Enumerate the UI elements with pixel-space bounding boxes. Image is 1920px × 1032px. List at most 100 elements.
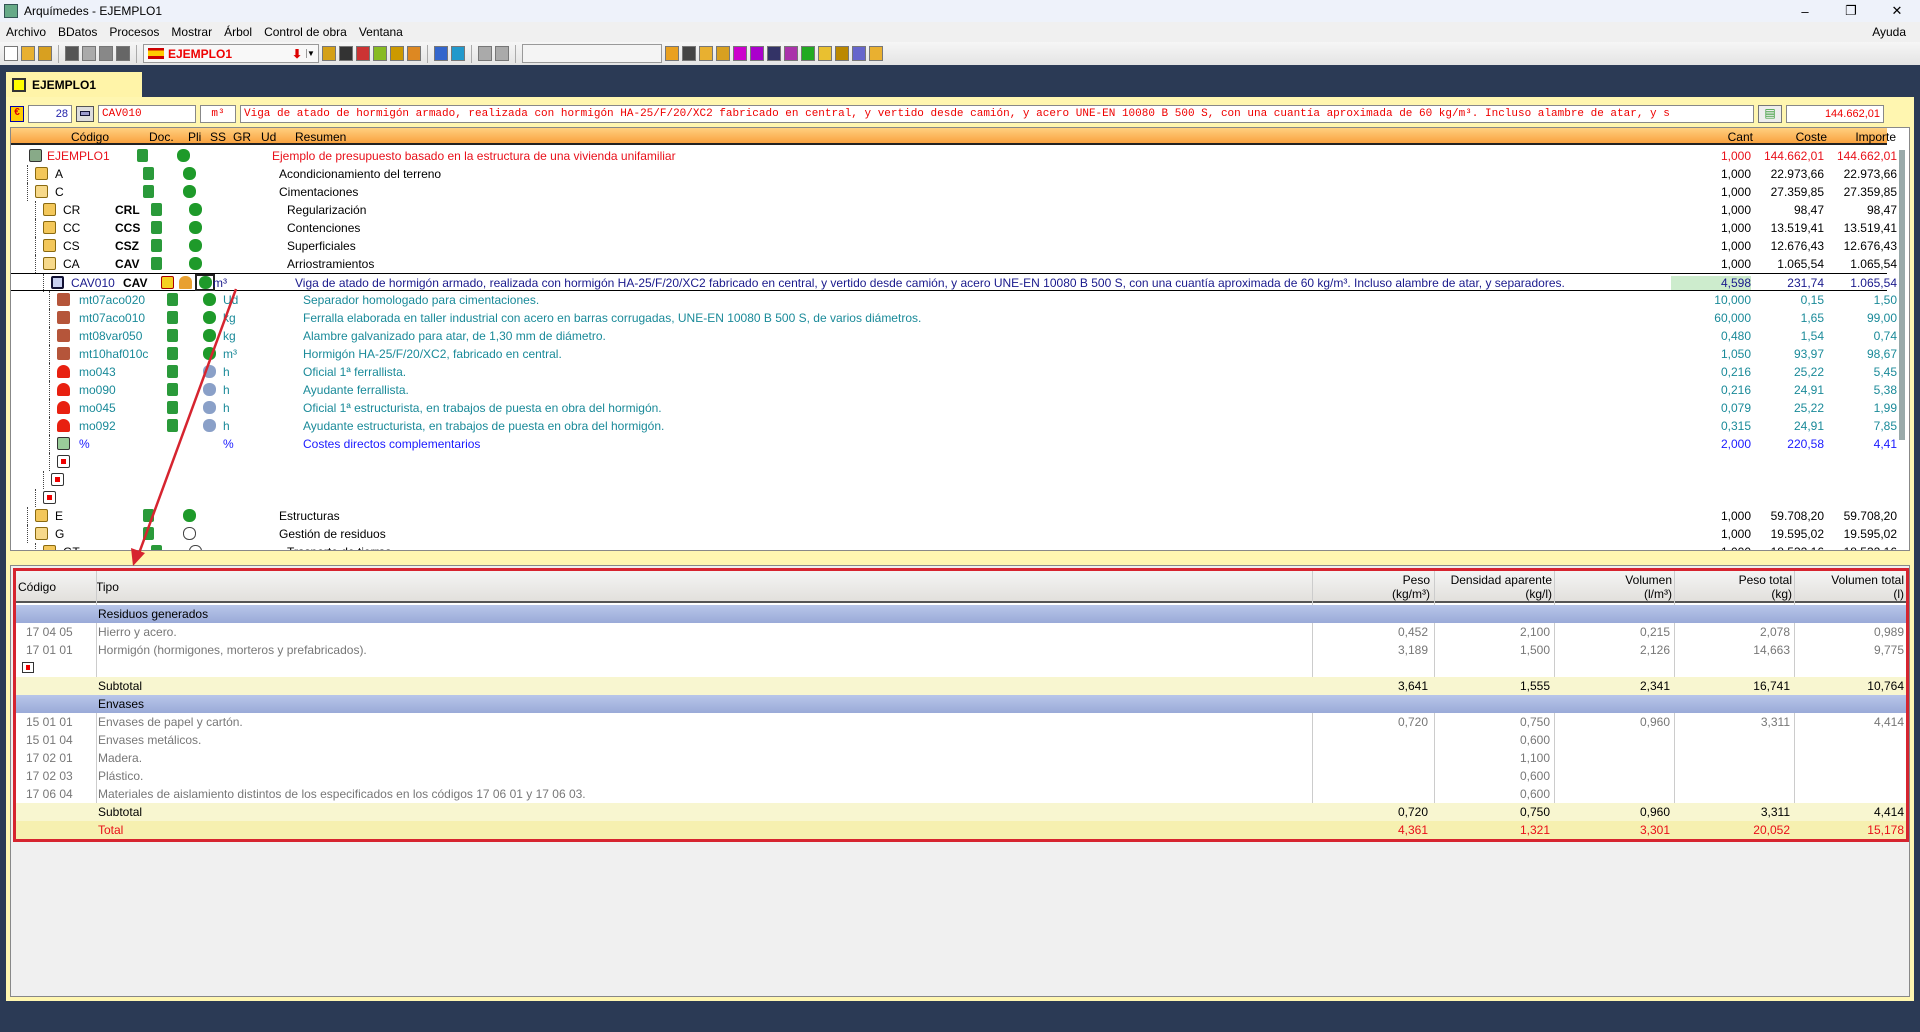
row-cant[interactable]: 1,000 bbox=[1671, 239, 1751, 253]
waste-item-row[interactable]: 17 02 01 Madera. 1,100 bbox=[16, 749, 1906, 767]
tree-row[interactable]: mt07aco010 kg Ferralla elaborada en taller… bbox=[11, 309, 1897, 327]
add-waste-icon[interactable] bbox=[22, 662, 34, 673]
tree-row[interactable]: GTTrasporte de tierras1,00018.532,1618.5… bbox=[11, 543, 1897, 550]
material-icon[interactable] bbox=[57, 293, 70, 306]
recycle-icon[interactable] bbox=[203, 293, 216, 306]
copy-icon[interactable] bbox=[478, 46, 492, 61]
row-cant[interactable]: 10,000 bbox=[1671, 293, 1751, 307]
waste-item-row[interactable]: 17 01 01 Hormigón (hormigones, morteros y… bbox=[16, 641, 1906, 659]
document-icon[interactable] bbox=[167, 401, 178, 414]
col-resumen[interactable]: Resumen bbox=[295, 130, 346, 144]
waste-item-row[interactable]: 15 01 04 Envases metálicos. 0,600 bbox=[16, 731, 1906, 749]
waste-group-row[interactable]: Residuos generados bbox=[16, 605, 1906, 623]
cone-icon[interactable] bbox=[179, 276, 192, 289]
row-cant[interactable]: 0,480 bbox=[1671, 329, 1751, 343]
add-concept-icon[interactable] bbox=[322, 46, 336, 61]
tree-row[interactable]: E Estructuras 1,000 59.708,20 59.708,20 bbox=[11, 507, 1897, 525]
row-cant[interactable]: 1,000 bbox=[1671, 545, 1751, 550]
col-ss[interactable]: SS bbox=[210, 130, 226, 144]
recycle-icon[interactable] bbox=[203, 347, 216, 360]
factory-icon[interactable] bbox=[750, 46, 764, 61]
folder-open-icon[interactable] bbox=[35, 185, 48, 198]
worker-icon[interactable] bbox=[203, 419, 216, 432]
unit-field[interactable]: m³ bbox=[200, 105, 236, 123]
recycle-icon[interactable] bbox=[183, 509, 196, 522]
book-icon[interactable] bbox=[767, 46, 781, 61]
labor-icon[interactable] bbox=[57, 365, 70, 378]
recycle-icon[interactable] bbox=[183, 167, 196, 180]
tree-row[interactable]: G Gestión de residuos 1,000 19.595,02 19.595… bbox=[11, 525, 1897, 543]
menu-ventana[interactable]: Ventana bbox=[353, 25, 409, 39]
document-icon[interactable] bbox=[167, 383, 178, 396]
col-doc[interactable]: Doc. bbox=[149, 130, 174, 144]
tree-row[interactable] bbox=[11, 489, 1887, 507]
menu-mostrar[interactable]: Mostrar bbox=[165, 25, 218, 39]
row-cant[interactable]: 60,000 bbox=[1671, 311, 1751, 325]
menu-procesos[interactable]: Procesos bbox=[103, 25, 165, 39]
check-icon[interactable] bbox=[699, 46, 713, 61]
row-cant[interactable]: 1,000 bbox=[1671, 149, 1751, 163]
row-cant[interactable]: 1,000 bbox=[1671, 257, 1751, 271]
tree-row[interactable]: mo090 h Ayudante ferrallista. 0,216 24,91 5,3… bbox=[11, 381, 1897, 399]
budget-icon[interactable]: ▤ bbox=[1758, 105, 1782, 123]
document-icon[interactable] bbox=[137, 149, 148, 162]
tree-row[interactable]: mo045 h Oficial 1ª estructurista, en traba… bbox=[11, 399, 1897, 417]
menu-archivo[interactable]: Archivo bbox=[0, 25, 52, 39]
document-icon[interactable] bbox=[151, 239, 162, 252]
graph-icon[interactable] bbox=[451, 46, 465, 61]
project-icon[interactable] bbox=[29, 149, 42, 162]
tree-row[interactable]: CA CAV Arriostramientos 1,000 1.065,54 1.065,… bbox=[11, 255, 1897, 273]
waste-tot-row[interactable]: Total 4,361 1,321 3,301 20,052 15,178 bbox=[16, 821, 1906, 839]
col-pli[interactable]: Pli bbox=[188, 130, 201, 144]
waste-item-row[interactable]: 17 02 03 Plástico. 0,600 bbox=[16, 767, 1906, 785]
seal2-icon[interactable] bbox=[869, 46, 883, 61]
percent-icon[interactable] bbox=[57, 437, 70, 450]
tree-row[interactable]: C Cimentaciones 1,000 27.359,85 27.359,85 bbox=[11, 183, 1897, 201]
document-icon[interactable] bbox=[167, 347, 178, 360]
row-cant[interactable]: 1,050 bbox=[1671, 347, 1751, 361]
document-icon[interactable] bbox=[143, 167, 154, 180]
row-cant[interactable]: 1,000 bbox=[1671, 527, 1751, 541]
wcol-peso-total[interactable]: Peso total (kg) bbox=[1674, 573, 1792, 601]
tree-row[interactable]: CR CRL Regularización 1,000 98,47 98,47 bbox=[11, 201, 1897, 219]
waste-item-row[interactable]: 17 04 05 Hierro y acero. 0,452 2,100 0,215 2,… bbox=[16, 623, 1906, 641]
waste-sub-row[interactable]: Subtotal 3,641 1,555 2,341 16,741 10,764 bbox=[16, 677, 1906, 695]
col-ud[interactable]: Ud bbox=[261, 130, 276, 144]
tree-row[interactable]: %% Costes directos complementarios 2,000 22… bbox=[11, 435, 1897, 453]
tree-row[interactable]: mt10haf010c m³ Hormigón HA-25/F/20/XC2, fa… bbox=[11, 345, 1897, 363]
tree-row[interactable]: CAV010 CAV m³ Viga de atado de hormigón arm… bbox=[11, 273, 1897, 292]
formula-icon[interactable] bbox=[784, 46, 798, 61]
tree-row[interactable]: A Acondicionamiento del terreno 1,000 22.97… bbox=[11, 165, 1897, 183]
tree-row[interactable]: CC CCS Contenciones 1,000 13.519,41 13.519,41 bbox=[11, 219, 1897, 237]
waste-item-row[interactable]: 15 01 01 Envases de papel y cartón. 0,720 0… bbox=[16, 713, 1906, 731]
labor-icon[interactable] bbox=[57, 419, 70, 432]
document-icon[interactable] bbox=[151, 203, 162, 216]
row-cant[interactable]: 1,000 bbox=[1671, 221, 1751, 235]
document-icon[interactable] bbox=[143, 509, 154, 522]
wcol-volumen-total[interactable]: Volumen total (l) bbox=[1794, 573, 1904, 601]
seal-icon[interactable] bbox=[818, 46, 832, 61]
certificate-icon[interactable] bbox=[665, 46, 679, 61]
recycle-icon[interactable] bbox=[203, 329, 216, 342]
folder-plus-icon[interactable] bbox=[43, 203, 56, 216]
tree-row[interactable] bbox=[11, 471, 1887, 489]
document-icon[interactable] bbox=[167, 365, 178, 378]
folder-plus-icon[interactable] bbox=[35, 509, 48, 522]
waste-group-row[interactable]: Envases bbox=[16, 695, 1906, 713]
flag-icon[interactable] bbox=[801, 46, 815, 61]
waste-item-row[interactable]: 17 06 04 Materiales de aislamiento distin… bbox=[16, 785, 1906, 803]
tree-row[interactable]: mt07aco020 Ud Separador homologado para ci… bbox=[11, 291, 1897, 309]
row-cant[interactable]: 1,000 bbox=[1671, 509, 1751, 523]
document-icon[interactable] bbox=[151, 257, 162, 270]
col-codigo[interactable]: Código bbox=[71, 130, 109, 144]
fire-icon[interactable] bbox=[407, 46, 421, 61]
redo-icon[interactable] bbox=[82, 46, 96, 61]
labor-icon[interactable] bbox=[57, 401, 70, 414]
document-icon[interactable] bbox=[167, 311, 178, 324]
col-importe[interactable]: Importe bbox=[1816, 130, 1896, 144]
recycle-icon[interactable] bbox=[177, 149, 190, 162]
insert-icon[interactable] bbox=[339, 46, 353, 61]
wcol-volumen[interactable]: Volumen (l/m³) bbox=[1554, 573, 1672, 601]
save-icon[interactable] bbox=[99, 46, 113, 61]
price-doc-icon[interactable] bbox=[161, 276, 174, 289]
